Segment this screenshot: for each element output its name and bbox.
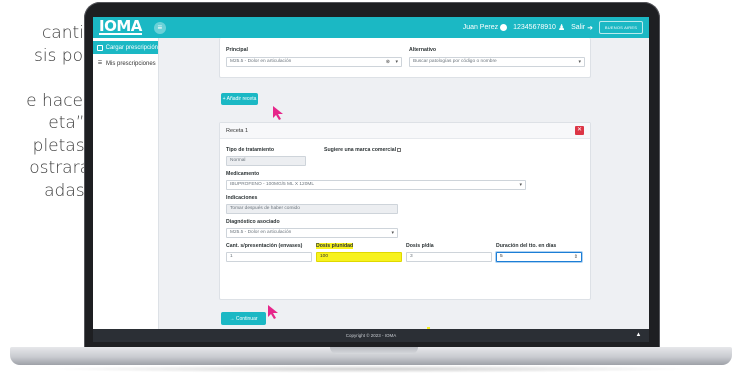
caption-line: e hacer bbox=[26, 90, 90, 111]
logout-label: Salir bbox=[571, 24, 586, 31]
clear-icon[interactable]: ⊗ bbox=[386, 58, 390, 66]
main-content: Principal M25.5 - Dolor en articulación … bbox=[159, 38, 649, 341]
marca-checkbox[interactable] bbox=[397, 147, 402, 152]
caption-text: canti- sis por e hacer eta”. pletas, ost… bbox=[0, 22, 90, 202]
continue-button[interactable]: → Continuar bbox=[221, 312, 266, 325]
medicamento-label: Medicamento bbox=[226, 171, 260, 177]
laptop-notch bbox=[330, 347, 418, 354]
sidebar-item-mis-prescripciones[interactable]: ☰ Mis prescripciones bbox=[93, 57, 158, 70]
sidebar-item-cargar-prescripcion[interactable]: Cargar prescripción bbox=[93, 41, 158, 54]
tipo-label: Tipo de tratamiento bbox=[226, 147, 275, 153]
close-icon[interactable]: ✕ bbox=[575, 126, 584, 135]
sidebar-item-label: Cargar prescripción bbox=[105, 44, 158, 51]
alternativo-placeholder: Buscar patologías por código o nombre bbox=[413, 59, 497, 64]
dosis-dia-label: Dosis p/día bbox=[406, 243, 434, 249]
caption-line: pletas, bbox=[32, 135, 90, 156]
duracion-label: Duración del tto. en días bbox=[496, 243, 557, 249]
dosis-unidad-label: Dosis p/unidad bbox=[316, 243, 354, 249]
caption-line bbox=[0, 67, 90, 90]
principal-label: Principal bbox=[226, 47, 248, 53]
medicamento-select[interactable]: IBUPROFENO - 100MG/5 ML X 120ML ▾ bbox=[226, 180, 526, 190]
alternativo-label: Alternativo bbox=[409, 47, 437, 53]
indicaciones-label: Indicaciones bbox=[226, 195, 258, 201]
chevron-down-icon: ▾ bbox=[578, 59, 581, 65]
spinner-icon[interactable]: ⇕ bbox=[574, 253, 578, 261]
caption-line: sis por bbox=[33, 45, 90, 66]
province-logo: BUENOS AIRES bbox=[599, 21, 643, 34]
cursor-arrow-icon bbox=[268, 305, 278, 319]
user-name-link[interactable]: Juan Perez bbox=[462, 24, 508, 31]
dosis-dia-input[interactable]: 3 bbox=[406, 252, 492, 262]
user-id: 12345678910 bbox=[513, 24, 556, 31]
sidebar-item-label: Mis prescripciones bbox=[106, 60, 156, 67]
cursor-arrow-icon bbox=[273, 106, 283, 120]
app-footer: Copyright © 2023 - IOMA ▲ bbox=[93, 329, 649, 342]
app-header: IOMA ≡ Juan Perez 12345678910 ♟ Salir ➜ … bbox=[93, 17, 649, 38]
principal-select[interactable]: M25.5 - Dolor en articulación ⊗ ▾ bbox=[226, 57, 402, 67]
cant-label: Cant. s/presentación (envases) bbox=[226, 243, 303, 249]
diagnostico-select[interactable]: M25.5 - Dolor en articulación ▾ bbox=[226, 228, 398, 238]
ioma-logo[interactable]: IOMA bbox=[99, 19, 142, 35]
logout-link[interactable]: Salir ➜ bbox=[571, 24, 593, 32]
user-icon: ♟ bbox=[557, 23, 566, 32]
laptop-screen: IOMA ≡ Juan Perez 12345678910 ♟ Salir ➜ … bbox=[93, 17, 649, 342]
hamburger-icon[interactable]: ≡ bbox=[153, 21, 166, 34]
add-receta-button[interactable]: + Añadir receta bbox=[221, 93, 258, 105]
document-icon bbox=[97, 44, 103, 51]
marca-label: Sugiere una marca comercial bbox=[324, 147, 402, 153]
duracion-value: 5 bbox=[500, 254, 503, 259]
tipo-field: Normal bbox=[226, 156, 306, 166]
dosis-unidad-input[interactable]: 100 bbox=[316, 252, 402, 262]
laptop-shadow bbox=[40, 365, 700, 373]
diagnosis-card: Principal M25.5 - Dolor en articulación … bbox=[219, 38, 591, 78]
laptop-base bbox=[10, 347, 732, 365]
user-id-link[interactable]: 12345678910 ♟ bbox=[513, 23, 566, 32]
header-user-area: Juan Perez 12345678910 ♟ Salir ➜ BUENOS … bbox=[463, 21, 649, 34]
diagnostico-value: M25.5 - Dolor en articulación bbox=[230, 230, 292, 235]
chevron-down-icon: ▾ bbox=[519, 182, 522, 188]
indicaciones-field[interactable]: Tomar después de haber comido bbox=[226, 204, 398, 214]
list-icon: ☰ bbox=[97, 59, 103, 66]
caption-line: canti- bbox=[41, 23, 90, 43]
logout-icon: ➜ bbox=[587, 24, 593, 32]
alternativo-search-input[interactable]: Buscar patologías por código o nombre ▾ bbox=[409, 57, 585, 67]
receta-card: Receta 1 ✕ Tipo de tratamiento Normal Su… bbox=[219, 122, 591, 300]
chevron-up-icon[interactable]: ▲ bbox=[634, 331, 643, 340]
user-name: Juan Perez bbox=[462, 24, 499, 31]
duracion-input[interactable]: 5 ⇕ bbox=[496, 252, 582, 262]
caption-line: eta”. bbox=[48, 113, 90, 133]
medicamento-value: IBUPROFENO - 100MG/5 ML X 120ML bbox=[230, 182, 315, 187]
info-icon bbox=[500, 24, 508, 31]
marca-label-text: Sugiere una marca comercial bbox=[324, 147, 397, 153]
sidebar: Cargar prescripción ☰ Mis prescripciones bbox=[93, 38, 159, 329]
cant-input[interactable]: 1 bbox=[226, 252, 312, 262]
caption-line: adas. bbox=[44, 180, 90, 201]
copyright-text: Copyright © 2023 - IOMA bbox=[345, 333, 397, 338]
chevron-down-icon: ▾ bbox=[395, 59, 398, 65]
chevron-down-icon: ▾ bbox=[391, 230, 394, 236]
receta-card-header: Receta 1 ✕ bbox=[220, 123, 590, 139]
diagnostico-label: Diagnóstico asociado bbox=[226, 219, 280, 225]
receta-title: Receta 1 bbox=[226, 128, 249, 134]
caption-line: ostrará bbox=[29, 158, 90, 178]
principal-value: M25.5 - Dolor en articulación bbox=[230, 59, 292, 64]
